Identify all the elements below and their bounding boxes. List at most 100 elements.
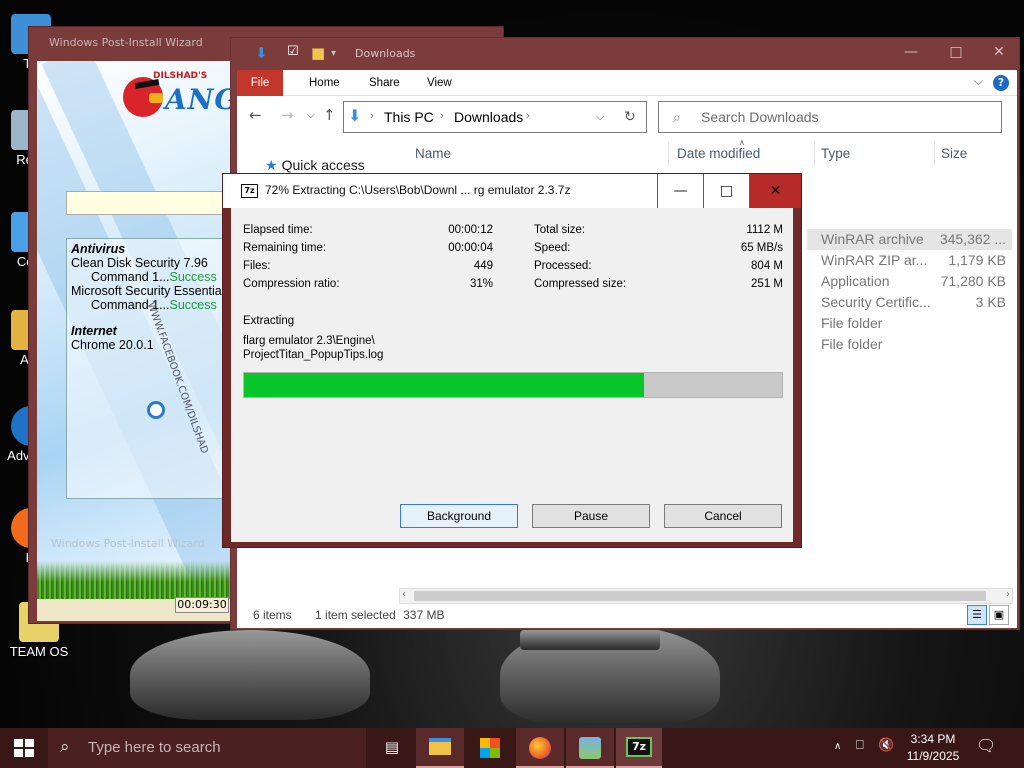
success-status: Success xyxy=(169,270,217,284)
new-folder-icon[interactable]: ■ xyxy=(311,44,325,62)
compression-ratio-label: Compression ratio: xyxy=(243,278,340,290)
column-header-name[interactable]: Name xyxy=(409,142,669,166)
extract-progress-bar xyxy=(243,372,783,398)
windows-logo-icon xyxy=(14,739,34,757)
compressed-size-label: Compressed size: xyxy=(534,278,627,290)
file-row[interactable]: WinRAR ZIP ar... 1,179 KB xyxy=(807,250,1012,271)
status-bar: 6 items 1 item selected 337 MB xyxy=(253,608,444,622)
files-value: 449 xyxy=(473,260,493,272)
maximize-button[interactable]: □ xyxy=(703,174,749,208)
properties-icon[interactable]: ☑ xyxy=(287,44,299,59)
task-view-button[interactable]: ▤ xyxy=(368,728,416,768)
dialog-body: Elapsed time: 00:00:12 Remaining time: 0… xyxy=(231,208,793,542)
column-header-date[interactable]: Date modified xyxy=(671,142,815,166)
status-size: 337 MB xyxy=(403,608,445,622)
search-icon: ⌕ xyxy=(673,109,681,125)
current-file-name: ProjectTitan_PopupTips.log xyxy=(243,349,384,361)
nav-quick-access[interactable]: ★ Quick access xyxy=(265,157,365,174)
file-row[interactable]: File folder xyxy=(807,313,1012,334)
breadcrumb-this-pc[interactable]: This PC xyxy=(384,109,434,125)
file-row[interactable]: Security Certific... 3 KB xyxy=(807,292,1012,313)
address-bar[interactable]: ⬇ › This PC › Downloads › ⌵ ↻ xyxy=(343,101,647,133)
column-header-type[interactable]: Type xyxy=(815,142,935,166)
wallpaper-leg-right xyxy=(520,630,660,650)
dialog-titlebar[interactable]: 7z 72% Extracting C:\Users\Bob\Downl ...… xyxy=(223,174,801,208)
success-status: Success xyxy=(169,298,217,312)
background-button[interactable]: Background xyxy=(400,504,518,528)
compressed-size-value: 251 M xyxy=(751,278,783,290)
breadcrumb-separator-icon: › xyxy=(526,110,530,122)
breadcrumb-downloads[interactable]: Downloads xyxy=(454,109,523,125)
file-row[interactable]: Application 71,280 KB xyxy=(807,271,1012,292)
minimize-button[interactable]: — xyxy=(891,44,931,64)
file-row[interactable]: WinRAR archive 345,362 ... xyxy=(807,229,1012,250)
files-label: Files: xyxy=(243,260,271,272)
wizard-title: Windows Post-Install Wizard xyxy=(49,36,203,49)
taskbar-clock[interactable]: 3:34 PM 11/9/2025 xyxy=(900,731,966,765)
elapsed-time-label: Elapsed time: xyxy=(243,224,313,236)
start-button[interactable] xyxy=(0,728,48,768)
explorer-titlebar[interactable]: ⬇ ☑ ■ ▾ Downloads — □ ✕ xyxy=(231,38,1019,70)
up-arrow-icon[interactable]: ↑ xyxy=(323,106,336,124)
extract-progress-dialog[interactable]: 7z 72% Extracting C:\Users\Bob\Downl ...… xyxy=(222,173,802,548)
close-button[interactable]: ✕ xyxy=(979,44,1019,64)
taskbar-search[interactable]: ⌕ Type here to search xyxy=(48,728,366,768)
tab-view[interactable]: View xyxy=(413,70,466,96)
progress-orb xyxy=(147,401,165,419)
large-icons-view-icon[interactable]: ▣ xyxy=(989,605,1009,625)
clock-time: 3:34 PM xyxy=(910,732,956,746)
scrollbar-thumb[interactable] xyxy=(414,591,986,601)
total-size-label: Total size: xyxy=(534,224,586,236)
close-button[interactable]: ✕ xyxy=(749,174,801,208)
customize-quick-access-icon[interactable]: ▾ xyxy=(331,48,336,59)
tab-share[interactable]: Share xyxy=(355,70,414,96)
volume-muted-icon[interactable]: 🔇 xyxy=(878,738,894,753)
taskbar-store[interactable] xyxy=(466,728,514,768)
forward-arrow-icon[interactable]: → xyxy=(281,106,294,124)
notification-icon[interactable]: 🗨 xyxy=(976,736,996,755)
wizard-footer-label: Windows Post-Install Wizard xyxy=(51,537,205,550)
taskbar-search-placeholder: Type here to search xyxy=(88,739,221,756)
cancel-button[interactable]: Cancel xyxy=(664,504,782,528)
column-header-size[interactable]: Size xyxy=(935,142,1011,166)
7zip-icon: 7z xyxy=(241,184,258,198)
dialog-title: 72% Extracting C:\Users\Bob\Downl ... rg… xyxy=(265,183,571,197)
logo-subtitle: DILSHAD'S xyxy=(153,71,208,81)
taskbar-winrar[interactable] xyxy=(566,728,614,768)
operation-status: Extracting xyxy=(243,315,295,327)
processed-label: Processed: xyxy=(534,260,592,272)
tab-file[interactable]: File xyxy=(237,70,283,96)
tab-home[interactable]: Home xyxy=(295,70,354,96)
taskbar: ⌕ Type here to search ▤ 7z ∧ ⎕ 🔇 3:34 PM… xyxy=(0,728,1024,768)
recent-locations-icon[interactable]: ⌵ xyxy=(307,110,315,121)
maximize-button[interactable]: □ xyxy=(936,44,976,64)
star-icon: ★ xyxy=(265,157,278,173)
speed-value: 65 MB/s xyxy=(740,242,783,254)
address-dropdown-icon[interactable]: ⌵ xyxy=(596,111,604,124)
horizontal-scrollbar[interactable]: ‹ › xyxy=(399,588,1013,604)
scroll-left-icon[interactable]: ‹ xyxy=(402,589,406,600)
elapsed-time-value: 00:00:12 xyxy=(448,224,493,236)
refresh-icon[interactable]: ↻ xyxy=(624,108,636,125)
taskbar-firefox[interactable] xyxy=(516,728,564,768)
search-box[interactable]: ⌕ Search Downloads xyxy=(658,101,1002,133)
back-arrow-icon[interactable]: ← xyxy=(249,106,262,124)
taskbar-file-explorer[interactable] xyxy=(416,728,464,768)
file-row[interactable]: File folder xyxy=(807,334,1012,355)
network-icon[interactable]: ⎕ xyxy=(856,738,864,753)
details-view-icon[interactable]: ☰ xyxy=(967,605,987,625)
progress-fill xyxy=(244,373,644,397)
taskbar-7zip[interactable]: 7z xyxy=(616,728,662,768)
compression-ratio-value: 31% xyxy=(469,278,493,290)
expand-ribbon-icon[interactable]: ⌵ xyxy=(974,74,983,89)
show-hidden-icons[interactable]: ∧ xyxy=(834,741,841,752)
breadcrumb-separator-icon: › xyxy=(440,110,444,122)
pause-button[interactable]: Pause xyxy=(532,504,650,528)
task-view-icon: ▤ xyxy=(384,738,400,756)
scroll-right-icon[interactable]: › xyxy=(1006,589,1010,600)
help-icon[interactable]: ? xyxy=(993,75,1009,91)
total-size-value: 1112 M xyxy=(746,224,783,236)
7zip-icon: 7z xyxy=(626,737,652,757)
minimize-button[interactable]: — xyxy=(657,174,703,208)
clock-date: 11/9/2025 xyxy=(906,749,960,763)
